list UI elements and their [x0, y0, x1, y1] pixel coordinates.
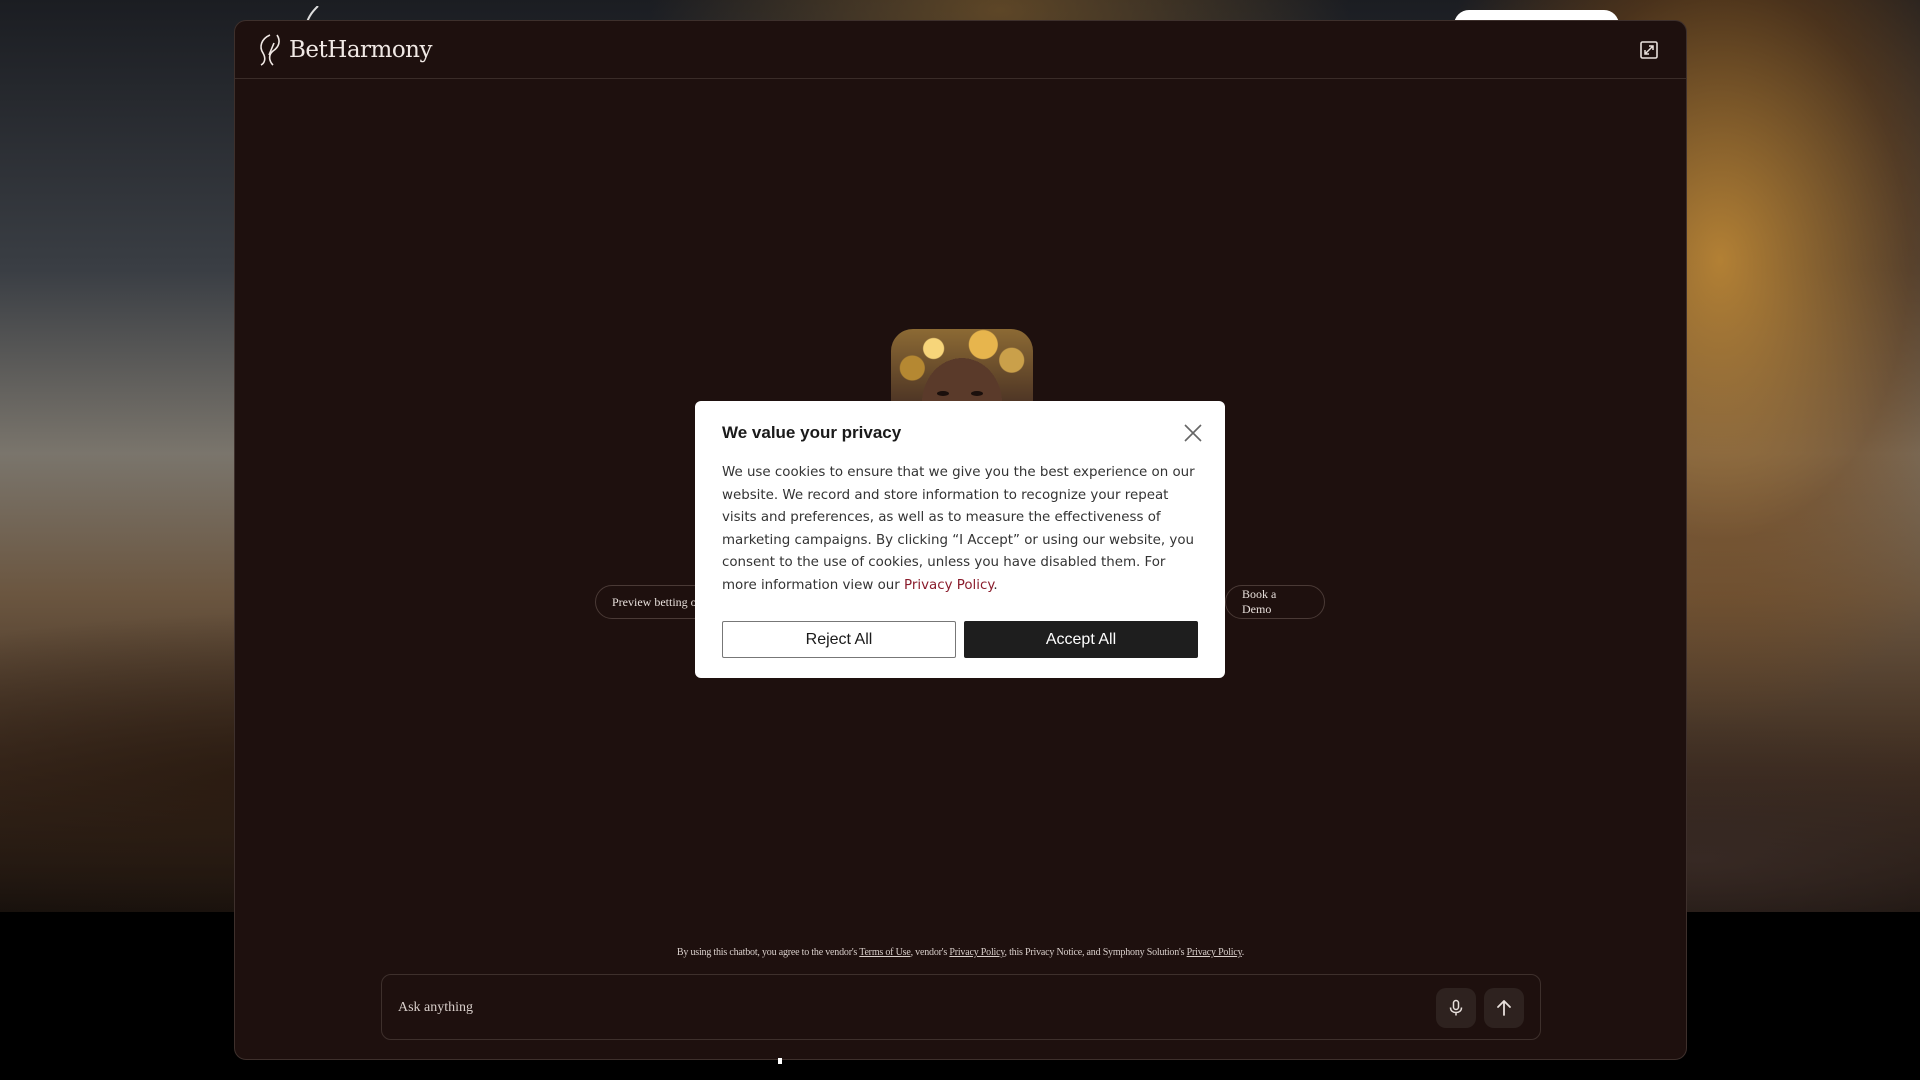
- close-icon: [1184, 424, 1202, 442]
- accept-all-button[interactable]: Accept All: [964, 621, 1198, 658]
- modal-body: We use cookies to ensure that we give yo…: [722, 465, 1195, 593]
- reject-all-button[interactable]: Reject All: [722, 621, 956, 658]
- privacy-policy-link[interactable]: Privacy Policy: [904, 578, 993, 593]
- cookie-modal-overlay: We value your privacy We use cookies to …: [0, 0, 1920, 1080]
- close-button[interactable]: [1183, 423, 1203, 443]
- cookie-consent-modal: We value your privacy We use cookies to …: [695, 401, 1225, 678]
- modal-title: We value your privacy: [722, 423, 902, 442]
